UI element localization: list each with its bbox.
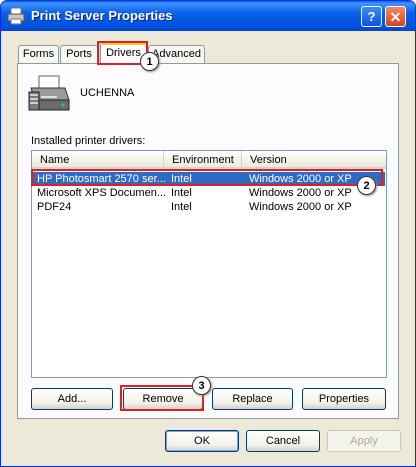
column-header-name[interactable]: Name bbox=[32, 151, 164, 169]
table-row[interactable]: Microsoft XPS Documen... Intel Windows 2… bbox=[33, 186, 385, 200]
cancel-button[interactable]: Cancel bbox=[246, 430, 320, 452]
ok-button[interactable]: OK bbox=[165, 430, 239, 452]
title-bar[interactable]: Print Server Properties ? ✕ bbox=[1, 1, 415, 31]
close-button[interactable]: ✕ bbox=[385, 6, 406, 27]
window-title: Print Server Properties bbox=[31, 8, 173, 23]
server-name: UCHENNA bbox=[80, 87, 135, 99]
add-button[interactable]: Add... bbox=[31, 388, 113, 410]
driver-version: Windows 2000 or XP bbox=[249, 201, 352, 213]
column-header-environment[interactable]: Environment bbox=[164, 151, 242, 169]
printer-icon bbox=[7, 7, 25, 25]
table-row[interactable]: PDF24 Intel Windows 2000 or XP bbox=[33, 200, 385, 214]
selected-row-highlight bbox=[31, 169, 383, 186]
driver-name: Microsoft XPS Documen... bbox=[37, 187, 165, 199]
tab-forms[interactable]: Forms bbox=[18, 45, 59, 63]
apply-button[interactable]: Apply bbox=[327, 430, 401, 452]
properties-button[interactable]: Properties bbox=[302, 388, 386, 410]
driver-version: Windows 2000 or XP bbox=[249, 187, 352, 199]
tab-ports[interactable]: Ports bbox=[60, 45, 98, 63]
column-header-version[interactable]: Version bbox=[242, 151, 386, 169]
printer-server-icon bbox=[28, 75, 70, 111]
driver-environment: Intel bbox=[171, 201, 192, 213]
replace-button[interactable]: Replace bbox=[212, 388, 293, 410]
print-server-properties-dialog: Print Server Properties ? ✕ Forms Ports … bbox=[0, 0, 416, 467]
installed-drivers-label: Installed printer drivers: bbox=[31, 135, 146, 147]
callout-1: 1 bbox=[140, 52, 159, 71]
help-button[interactable]: ? bbox=[361, 6, 382, 27]
driver-environment: Intel bbox=[171, 187, 192, 199]
callout-3: 3 bbox=[192, 376, 211, 395]
driver-name: PDF24 bbox=[37, 201, 72, 213]
callout-2: 2 bbox=[357, 176, 376, 195]
remove-button-highlight bbox=[120, 385, 204, 411]
